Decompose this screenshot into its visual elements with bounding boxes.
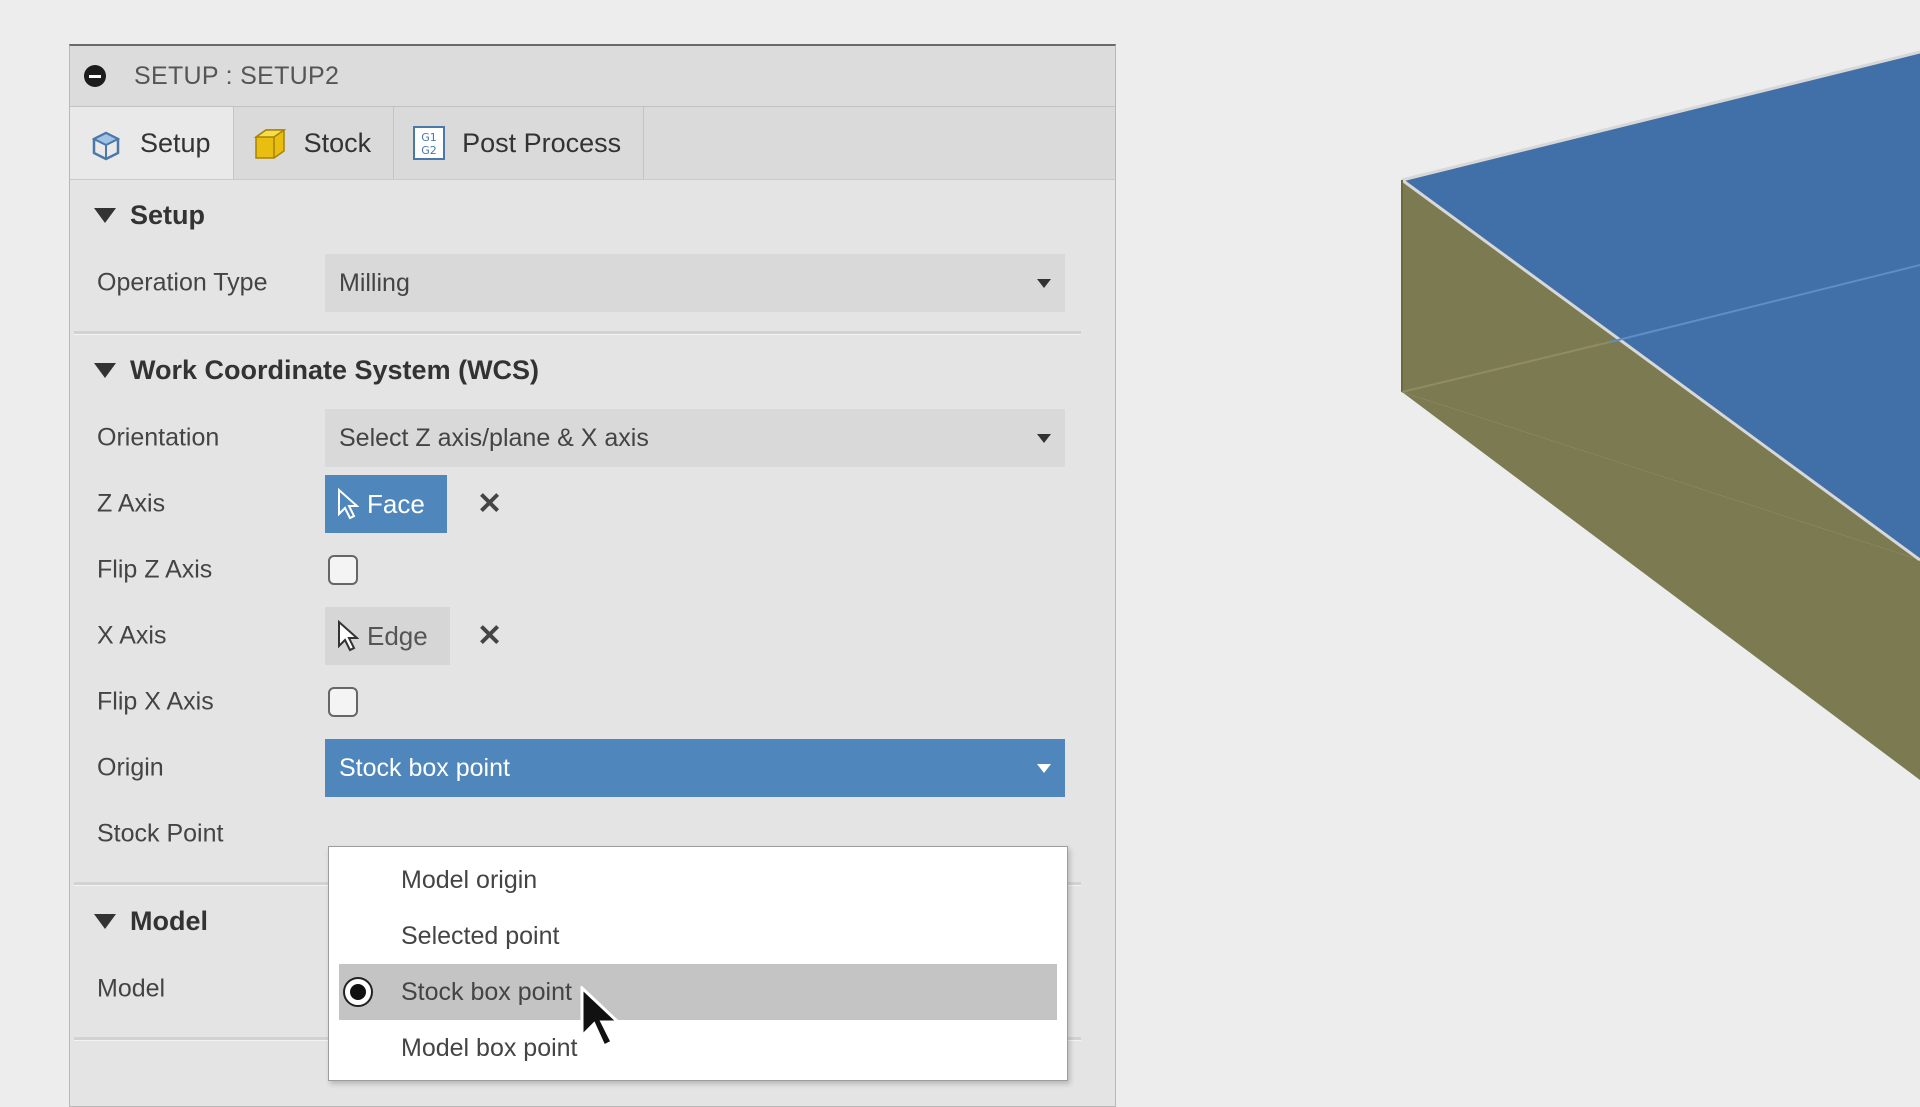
selection-value: Edge [367,620,428,651]
section-title: Model [130,905,208,936]
g1g2-icon: G1 G2 [412,125,446,161]
triangle-down-icon [94,913,116,929]
tab-post-process[interactable]: G1 G2 Post Process [394,107,645,179]
selection-value: Face [367,488,425,519]
radio-selected-icon [343,977,373,1007]
pointer-arrow-icon [337,620,359,652]
caret-down-icon [1037,434,1051,443]
dialog-title: SETUP : SETUP2 [134,61,340,90]
menu-item-label: Stock box point [401,977,572,1006]
collapse-icon[interactable] [84,65,106,87]
z-axis-select-button[interactable]: Face [325,475,447,533]
setup-cube-icon [88,125,124,161]
dropdown-value: Select Z axis/plane & X axis [339,423,649,452]
clear-x-axis-icon[interactable]: ✕ [477,619,502,654]
orientation-label: Orientation [97,423,220,452]
stock-point-label: Stock Point [97,819,224,848]
dialog-header: SETUP : SETUP2 [70,46,1115,107]
clear-z-axis-icon[interactable]: ✕ [477,487,502,522]
tab-label: Setup [140,127,211,158]
origin-dropdown[interactable]: Stock box point [325,739,1065,797]
section-title: Work Coordinate System (WCS) [130,354,540,385]
model-viewport[interactable] [1300,0,1920,1080]
z-axis-label: Z Axis [97,489,166,518]
model-label: Model [97,974,166,1003]
origin-label: Origin [97,753,164,782]
pointer-arrow-icon [337,488,359,520]
tab-stock[interactable]: Stock [234,107,395,179]
section-setup-header[interactable]: Setup [70,180,1115,250]
menu-item-label: Model box point [401,1033,578,1062]
section-wcs-header[interactable]: Work Coordinate System (WCS) [70,335,1115,405]
menu-item-model-origin[interactable]: Model origin [339,852,1057,908]
stock-box-icon [252,125,288,161]
flip-x-axis-label: Flip X Axis [97,687,214,716]
caret-down-icon [1037,279,1051,288]
menu-item-selected-point[interactable]: Selected point [339,908,1057,964]
stock-box-3d[interactable] [1300,0,1920,1080]
operation-type-dropdown[interactable]: Milling [325,254,1065,312]
tab-label: Post Process [462,127,622,158]
origin-dropdown-menu: Model origin Selected point Stock box po… [328,846,1068,1081]
flip-z-axis-label: Flip Z Axis [97,555,213,584]
menu-item-model-box-point[interactable]: Model box point [339,1020,1057,1076]
mouse-cursor-icon [580,984,624,1057]
operation-type-label: Operation Type [97,268,268,297]
caret-down-icon [1037,764,1051,773]
svg-text:G2: G2 [421,144,437,157]
dropdown-value: Milling [339,268,410,297]
section-title: Setup [130,199,206,230]
flip-z-axis-checkbox[interactable] [328,555,358,585]
dropdown-value: Stock box point [339,753,510,782]
menu-item-label: Model origin [401,865,538,894]
menu-item-label: Selected point [401,921,560,950]
triangle-down-icon [94,207,116,223]
x-axis-select-button[interactable]: Edge [325,607,450,665]
setup-dialog: SETUP : SETUP2 Setup Stock G1 G2 Post Pr… [69,44,1116,1107]
menu-item-stock-box-point[interactable]: Stock box point [339,964,1057,1020]
flip-x-axis-checkbox[interactable] [328,687,358,717]
svg-text:G1: G1 [421,131,437,144]
x-axis-label: X Axis [97,621,167,650]
triangle-down-icon [94,362,116,378]
orientation-dropdown[interactable]: Select Z axis/plane & X axis [325,409,1065,467]
tab-setup[interactable]: Setup [70,107,234,179]
tab-bar: Setup Stock G1 G2 Post Process [70,107,1115,180]
tab-label: Stock [303,127,372,158]
